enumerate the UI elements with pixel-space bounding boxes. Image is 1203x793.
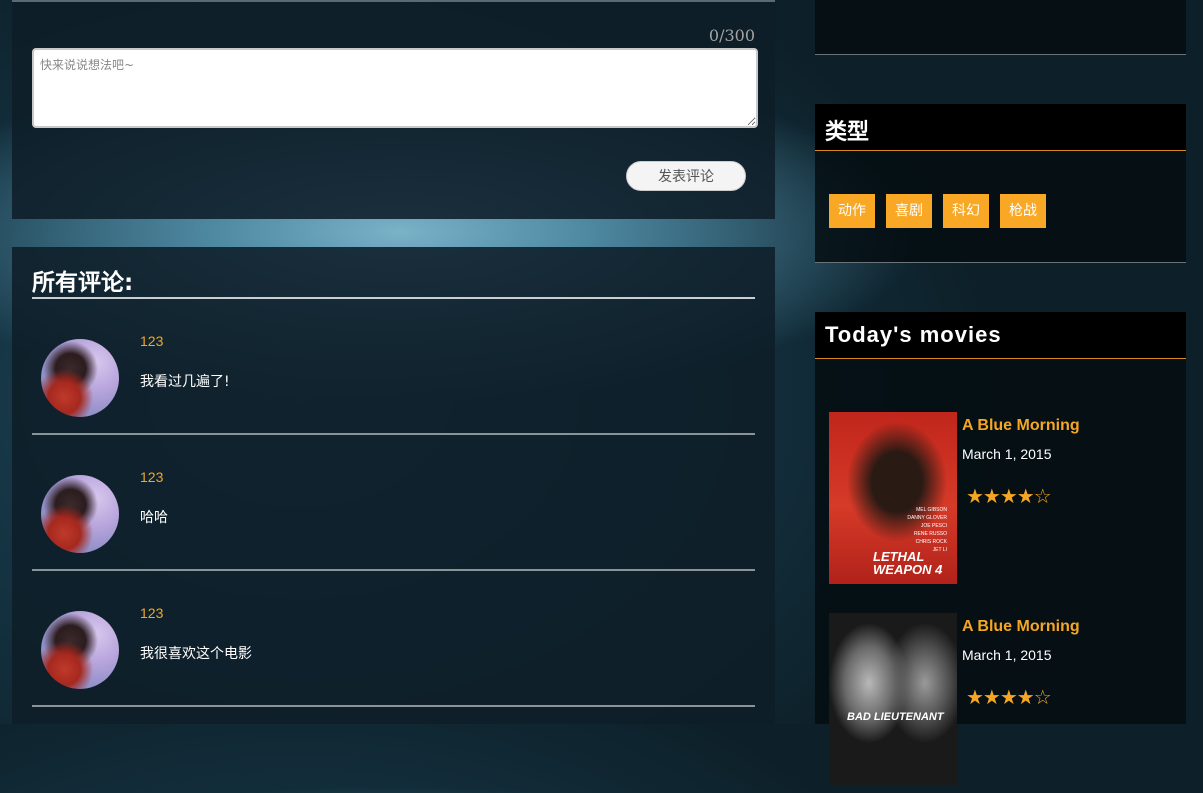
comments-section: 所有评论: 123 我看过几遍了! 123 哈哈 123 我很喜欢这个电影 (12, 247, 775, 724)
poster-title: LETHAL WEAPON 4 (873, 549, 943, 577)
comment-form: 0/300 发表评论 (12, 0, 775, 219)
star-rating: ★★★★☆ (966, 685, 1052, 709)
movie-card: MEL GIBSON DANNY GLOVER JOE PESCI RENE R… (829, 412, 1179, 592)
movie-date: March 1, 2015 (962, 446, 1052, 462)
poster-title: BAD LIEUTENANT (847, 711, 944, 723)
movie-date: March 1, 2015 (962, 647, 1052, 663)
comment-text: 我很喜欢这个电影 (140, 646, 252, 662)
movies-header: Today's movies (815, 312, 1186, 359)
movies-title: Today's movies (825, 322, 1002, 347)
comments-title: 所有评论: (32, 270, 134, 296)
genre-tag-comedy[interactable]: 喜剧 (886, 194, 932, 228)
sidebar-top-panel (815, 0, 1186, 55)
movie-poster[interactable]: BAD LIEUTENANT (829, 613, 957, 785)
genre-tag-scifi[interactable]: 科幻 (943, 194, 989, 228)
comment-item: 123 我很喜欢这个电影 (32, 571, 755, 707)
movie-title-link[interactable]: A Blue Morning (962, 618, 1080, 636)
submit-comment-button[interactable]: 发表评论 (626, 161, 746, 191)
poster-credits: MEL GIBSON DANNY GLOVER JOE PESCI RENE R… (907, 507, 947, 553)
comment-divider (32, 705, 755, 707)
genre-tag-gunfight[interactable]: 枪战 (1000, 194, 1046, 228)
star-rating: ★★★★☆ (966, 484, 1052, 508)
comment-username[interactable]: 123 (140, 469, 163, 485)
avatar (41, 339, 119, 417)
comment-username[interactable]: 123 (140, 605, 163, 621)
movie-poster[interactable]: MEL GIBSON DANNY GLOVER JOE PESCI RENE R… (829, 412, 957, 584)
todays-movies-panel: Today's movies MEL GIBSON DANNY GLOVER J… (815, 312, 1186, 785)
comment-input[interactable] (32, 48, 758, 128)
comment-text: 哈哈 (140, 510, 168, 526)
avatar (41, 611, 119, 689)
genre-header: 类型 (815, 104, 1186, 151)
comment-text: 我看过几遍了! (140, 374, 230, 390)
comment-item: 123 我看过几遍了! (32, 299, 755, 435)
movie-card: BAD LIEUTENANT A Blue Morning March 1, 2… (829, 613, 1179, 793)
char-counter: 0/300 (708, 26, 755, 45)
comment-username[interactable]: 123 (140, 333, 163, 349)
avatar (41, 475, 119, 553)
genre-panel: 类型 动作 喜剧 科幻 枪战 (815, 104, 1186, 263)
movie-title-link[interactable]: A Blue Morning (962, 417, 1080, 435)
comment-item: 123 哈哈 (32, 435, 755, 571)
genre-tag-action[interactable]: 动作 (829, 194, 875, 228)
genre-title: 类型 (825, 120, 870, 145)
